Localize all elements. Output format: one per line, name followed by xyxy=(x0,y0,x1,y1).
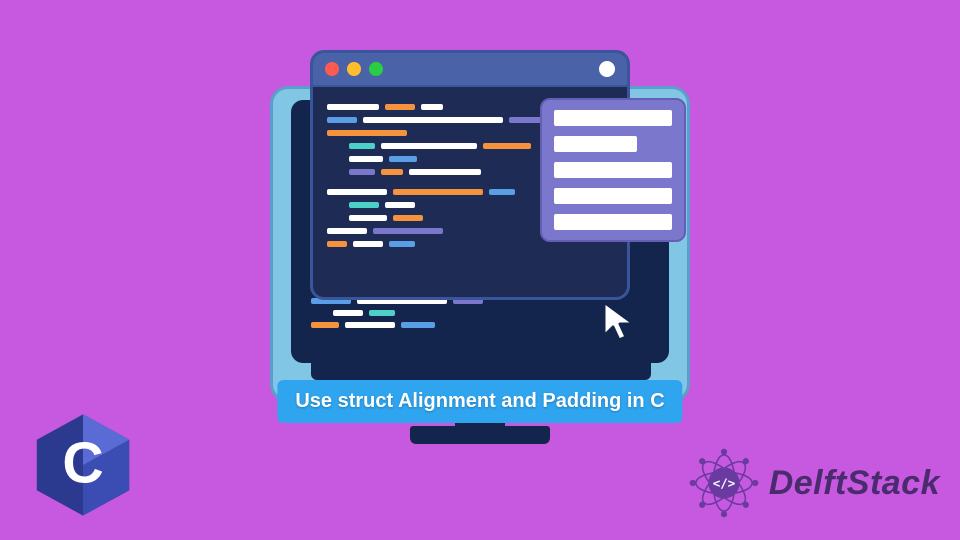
monitor-base xyxy=(410,426,550,444)
list-item xyxy=(554,110,672,126)
c-letter: C xyxy=(62,432,103,496)
minimize-icon xyxy=(347,62,361,76)
window-titlebar xyxy=(313,53,627,87)
list-item xyxy=(554,136,637,152)
svg-text:</>: </> xyxy=(712,476,735,491)
window-menu-icon xyxy=(599,61,615,77)
list-item xyxy=(554,214,672,230)
delftstack-emblem-icon: </> xyxy=(685,444,763,522)
close-icon xyxy=(325,62,339,76)
maximize-icon xyxy=(369,62,383,76)
cursor-arrow-icon xyxy=(598,298,646,346)
c-language-icon: C xyxy=(28,410,138,520)
brand-name: DelftStack xyxy=(769,464,940,503)
caption-banner: Use struct Alignment and Padding in C xyxy=(277,380,682,423)
list-panel xyxy=(540,98,686,242)
list-item xyxy=(554,162,672,178)
list-item xyxy=(554,188,672,204)
delftstack-logo: </> DelftStack xyxy=(685,444,940,522)
